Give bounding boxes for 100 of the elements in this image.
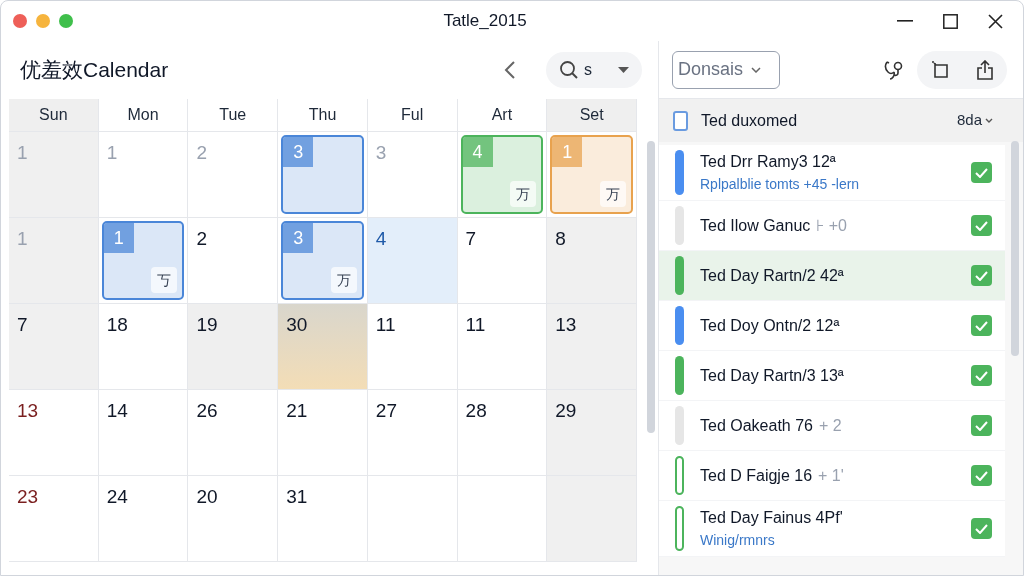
day-number: 27: [374, 399, 398, 423]
day-number: 14: [105, 399, 129, 423]
share-icon[interactable]: [975, 59, 994, 80]
stethoscope-icon[interactable]: [883, 58, 905, 81]
day-number: 13: [554, 313, 578, 337]
checkbox[interactable]: [673, 110, 688, 131]
task-title: Ted Day Rartn/3 13ª: [700, 365, 844, 386]
day-cell[interactable]: 4: [367, 218, 458, 303]
checkbox[interactable]: [971, 315, 992, 336]
checkbox[interactable]: [971, 415, 992, 436]
task-title: Ted Doy Ontn/2 12ª: [700, 315, 840, 336]
day-number: 21: [285, 399, 309, 423]
event-badge: 万: [600, 181, 626, 207]
day-number: 2: [195, 141, 208, 165]
task-row[interactable]: Ted Oakeath 76 + 2: [659, 401, 1005, 451]
checkmark-icon: [975, 167, 988, 178]
task-count: ⊦ +0: [816, 215, 847, 236]
checkbox[interactable]: [971, 265, 992, 286]
day-number: 31: [285, 485, 309, 509]
scrollbar[interactable]: [647, 141, 655, 433]
filter-dropdown[interactable]: Donsais: [672, 50, 780, 89]
chevron-down-icon: [985, 118, 993, 123]
weekday-header: Set: [547, 99, 637, 131]
checkbox[interactable]: [971, 465, 992, 486]
event-badge: 万: [330, 267, 357, 293]
task-title: Ted Drr Ramy3 12ª: [700, 152, 836, 172]
task-count: + 2: [818, 415, 842, 436]
day-number: 20: [195, 485, 219, 509]
list-header-label: Ted duxomed: [701, 110, 799, 131]
day-number: 28: [464, 399, 488, 423]
checkmark-icon: [975, 370, 988, 381]
task-title: Ted D Faigje 16: [700, 465, 813, 486]
day-number: 23: [16, 485, 40, 509]
search-dropdown[interactable]: s: [546, 52, 642, 88]
day-cell[interactable]: 29: [547, 390, 637, 475]
checkmark-icon: [975, 270, 988, 281]
day-number: 3: [374, 141, 388, 165]
checkmark-icon: [975, 220, 988, 231]
day-number: 11: [374, 313, 397, 337]
day-cell[interactable]: 8: [547, 218, 637, 303]
checkmark-icon: [975, 420, 988, 431]
task-title: Ted Day Fainus 4Pf': [700, 508, 843, 528]
checkbox[interactable]: [971, 215, 992, 236]
task-title: Ted Oakeath 76: [700, 415, 813, 436]
task-row[interactable]: Ted Day Rartn/2 42ª: [659, 251, 1005, 301]
day-number: 7: [464, 227, 478, 251]
day-number: 1: [16, 227, 29, 251]
task-count: + 1': [818, 465, 844, 486]
day-number: 29: [554, 399, 578, 423]
day-number: 1: [552, 137, 583, 167]
task-row[interactable]: Ted D Faigje 16 + 1': [659, 451, 1005, 501]
day-number: 13: [16, 399, 40, 423]
event-badge: 万: [510, 181, 537, 207]
day-cell[interactable]: 7: [9, 304, 99, 389]
calendar-title: 优羞效Calendar: [20, 57, 170, 84]
day-number: 3: [283, 223, 314, 253]
sort-dropdown[interactable]: 8da: [956, 109, 982, 132]
maximize-icon[interactable]: [943, 13, 958, 29]
task-row[interactable]: Ted Drr Ramy3 12ª Rplpalblie tomts +45 -lern: [659, 145, 1005, 201]
day-number: 8: [554, 227, 567, 251]
day-number: 11: [464, 313, 487, 337]
day-number: 7: [16, 313, 29, 337]
checkmark-icon: [975, 470, 988, 481]
day-number: 2: [195, 227, 208, 251]
scrollbar[interactable]: [1011, 141, 1019, 356]
day-number: 24: [105, 485, 129, 509]
day-number: 3: [283, 137, 314, 167]
checkbox[interactable]: [971, 365, 992, 386]
day-number: 1: [103, 223, 134, 253]
day-cell[interactable]: [547, 476, 637, 561]
checkbox[interactable]: [971, 162, 992, 183]
day-number: 30: [285, 313, 309, 337]
day-number: 26: [195, 399, 219, 423]
weekday-header: Sun: [9, 99, 99, 131]
day-number: 18: [105, 313, 129, 337]
event-badge: 丂: [151, 267, 178, 293]
task-row[interactable]: Ted Ilow Ganuc ⊦ +0: [659, 201, 1005, 251]
task-row[interactable]: Ted Day Fainus 4Pf' Winig/rmnrs: [659, 501, 1005, 557]
day-number: 1: [16, 141, 29, 165]
search-icon: [559, 60, 579, 80]
task-row[interactable]: Ted Doy Ontn/2 12ª: [659, 301, 1005, 351]
chevron-left-icon[interactable]: [504, 60, 516, 80]
task-subtitle: Rplpalblie tomts +45 -lern: [700, 175, 861, 194]
task-row[interactable]: Ted Day Rartn/3 13ª: [659, 351, 1005, 401]
task-title: Ted Day Rartn/2 42ª: [700, 265, 844, 286]
close-icon[interactable]: [988, 13, 1003, 29]
task-title: Ted Ilow Ganuc: [700, 215, 811, 236]
task-subtitle: Winig/rmnrs: [700, 531, 776, 550]
day-number: 19: [195, 313, 219, 337]
day-cell[interactable]: 19: [188, 304, 279, 389]
checkmark-icon: [975, 320, 988, 331]
day-cell[interactable]: 13: [547, 304, 637, 389]
caret-icon: [618, 67, 629, 73]
day-cell[interactable]: 30: [278, 304, 368, 389]
day-number: 4: [374, 227, 388, 251]
checkbox[interactable]: [971, 518, 992, 539]
minimize-icon[interactable]: [897, 20, 913, 22]
chevron-down-icon: [751, 66, 762, 73]
window-title: Tatle_2015: [443, 10, 527, 33]
day-number: 1: [105, 141, 119, 165]
